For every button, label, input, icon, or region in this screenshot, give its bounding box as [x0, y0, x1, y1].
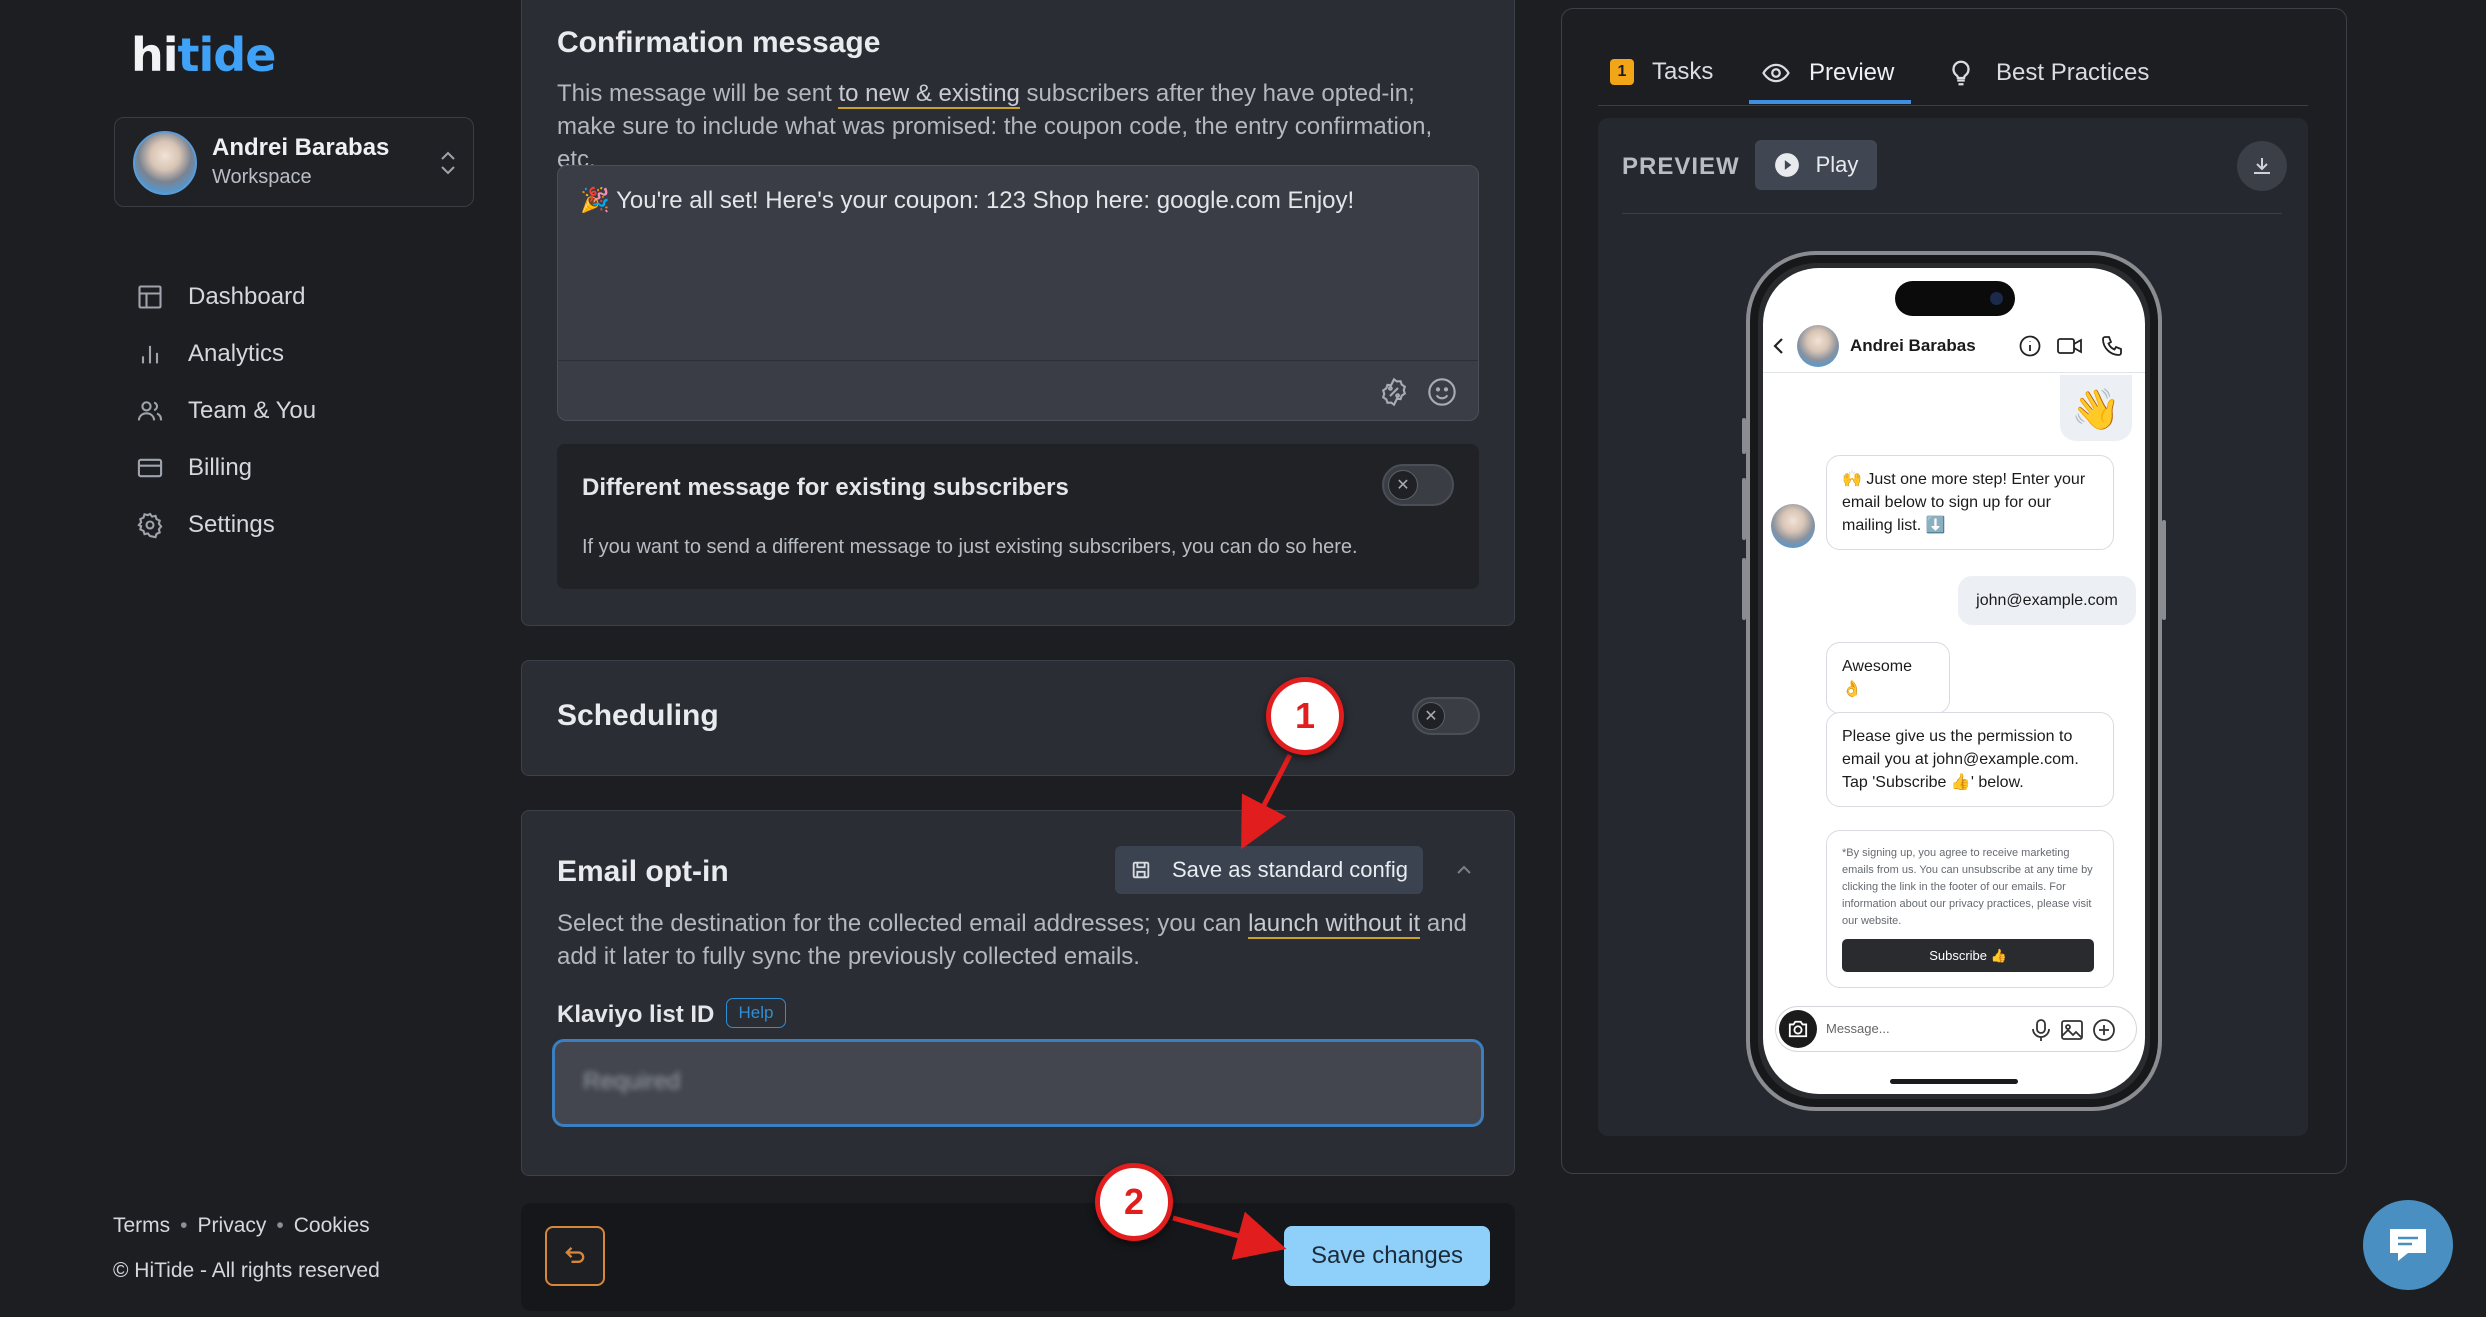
- play-button[interactable]: Play: [1755, 140, 1877, 190]
- legal-text: *By signing up, you agree to receive mar…: [1842, 847, 2093, 927]
- chat-bubble-icon: [2390, 1229, 2426, 1261]
- chevron-up-down-icon: [441, 151, 455, 175]
- credit-card-icon: [137, 458, 163, 478]
- download-icon: [2254, 158, 2270, 174]
- sidebar-item-label: Dashboard: [188, 283, 306, 310]
- save-icon: [1132, 861, 1150, 879]
- active-tab-indicator: [1749, 100, 1911, 104]
- sidebar-item-settings[interactable]: Settings: [136, 505, 275, 545]
- klaviyo-input-placeholder: Required: [583, 1068, 681, 1095]
- compose-bar[interactable]: Message...: [1775, 1006, 2137, 1052]
- close-icon: ✕: [1417, 702, 1445, 730]
- confirmation-message-textarea[interactable]: 🎉 You're all set! Here's your coupon: 12…: [557, 165, 1479, 421]
- confirmation-description: This message will be sent to new & exist…: [557, 80, 1433, 173]
- footer-links: Terms • Privacy • Cookies: [113, 1214, 370, 1237]
- privacy-link[interactable]: Privacy: [198, 1214, 267, 1237]
- terms-link[interactable]: Terms: [113, 1214, 170, 1237]
- cookies-link[interactable]: Cookies: [294, 1214, 370, 1237]
- scheduling-toggle[interactable]: ✕: [1412, 697, 1480, 735]
- home-indicator: [1890, 1079, 2018, 1084]
- sidebar-item-dashboard[interactable]: Dashboard: [136, 277, 305, 317]
- copyright: © HiTide - All rights reserved: [113, 1259, 380, 1282]
- sidebar-item-label: Settings: [188, 511, 275, 538]
- workspace-switcher[interactable]: Andrei Barabas Workspace: [114, 117, 474, 207]
- tab-best-practices[interactable]: Best Practices: [1946, 58, 2149, 88]
- save-as-standard-config-button[interactable]: Save as standard config: [1115, 846, 1423, 894]
- confirmation-title: Confirmation message: [557, 26, 881, 59]
- scheduling-panel[interactable]: Scheduling ✕: [521, 660, 1515, 776]
- different-message-title: Different message for existing subscribe…: [582, 474, 1069, 501]
- back-chevron-icon[interactable]: [1770, 335, 1788, 357]
- discount-badge-icon[interactable]: [1378, 376, 1410, 408]
- layout-icon: [138, 285, 162, 309]
- chat-support-button[interactable]: [2363, 1200, 2453, 1290]
- download-button[interactable]: [2237, 141, 2287, 191]
- eye-icon: [1762, 63, 1790, 83]
- klaviyo-list-id-input[interactable]: Required: [552, 1039, 1484, 1127]
- users-icon: [137, 401, 163, 421]
- message-bubble: 🙌 Just one more step! Enter your email b…: [1826, 455, 2114, 550]
- scheduling-title: Scheduling: [557, 699, 719, 732]
- contact-avatar: [1797, 325, 1839, 367]
- sidebar-item-team[interactable]: Team & You: [136, 391, 316, 431]
- workspace-user-name: Andrei Barabas: [212, 134, 390, 161]
- different-message-description: If you want to send a different message …: [582, 536, 1358, 558]
- email-optin-title: Email opt-in: [557, 855, 729, 888]
- image-icon[interactable]: [2060, 1019, 2084, 1041]
- subscribe-button[interactable]: Subscribe 👍: [1842, 939, 2094, 972]
- undo-button[interactable]: [545, 1226, 605, 1286]
- annotation-marker-2: 2: [1095, 1163, 1173, 1241]
- gear-icon: [137, 512, 163, 539]
- preview-label: PREVIEW: [1622, 153, 1740, 180]
- sidebar-item-label: Team & You: [188, 397, 317, 424]
- compose-placeholder: Message...: [1826, 1021, 1890, 1036]
- confirmation-message-text[interactable]: 🎉 You're all set! Here's your coupon: 12…: [580, 186, 1354, 215]
- close-icon: ✕: [1388, 470, 1418, 500]
- annotation-marker-1: 1: [1266, 677, 1344, 755]
- dynamic-island: [1895, 281, 2015, 316]
- info-icon[interactable]: [2018, 334, 2042, 358]
- avatar: [133, 131, 197, 195]
- camera-icon[interactable]: [1779, 1010, 1817, 1048]
- phone-call-icon[interactable]: [2100, 334, 2124, 358]
- sidebar-item-label: Billing: [188, 454, 253, 481]
- message-bubble: Awesome 👌: [1826, 642, 1950, 714]
- sidebar-item-billing[interactable]: Billing: [136, 448, 252, 488]
- tab-tasks[interactable]: 1 Tasks: [1610, 58, 1713, 86]
- plus-circle-icon[interactable]: [2092, 1018, 2116, 1042]
- launch-without-it-link[interactable]: launch without it: [1248, 910, 1421, 939]
- undo-icon: [565, 1247, 585, 1263]
- sidebar-item-label: Analytics: [188, 340, 285, 367]
- workspace-label: Workspace: [212, 166, 312, 188]
- sidebar-item-analytics[interactable]: Analytics: [136, 334, 284, 374]
- tab-preview[interactable]: Preview: [1761, 58, 1894, 88]
- chevron-up-icon[interactable]: [1452, 858, 1476, 882]
- save-changes-button[interactable]: Save changes: [1284, 1226, 1490, 1286]
- wave-bubble: 👋: [2060, 375, 2132, 441]
- email-optin-description: Select the destination for the collected…: [557, 910, 1467, 970]
- help-badge[interactable]: Help: [726, 998, 786, 1028]
- different-message-toggle[interactable]: ✕: [1382, 464, 1454, 506]
- reply-bubble: john@example.com: [1958, 576, 2136, 625]
- contact-name: Andrei Barabas: [1850, 336, 1976, 355]
- hitide-logo[interactable]: hitide: [131, 28, 276, 82]
- different-message-section: Different message for existing subscribe…: [557, 444, 1479, 589]
- klaviyo-list-id-label: Klaviyo list ID: [557, 1001, 715, 1028]
- tasks-count-badge: 1: [1610, 59, 1634, 85]
- video-call-icon[interactable]: [2056, 334, 2084, 358]
- to-new-existing-link[interactable]: to new & existing: [838, 80, 1020, 109]
- play-icon: [1774, 153, 1799, 177]
- emoji-icon[interactable]: [1426, 376, 1458, 408]
- message-bubble: Please give us the permission to email y…: [1826, 712, 2114, 807]
- lightbulb-icon: [1952, 60, 1970, 86]
- bar-chart-icon: [141, 345, 159, 364]
- bot-avatar: [1771, 504, 1815, 548]
- microphone-icon[interactable]: [2030, 1018, 2052, 1042]
